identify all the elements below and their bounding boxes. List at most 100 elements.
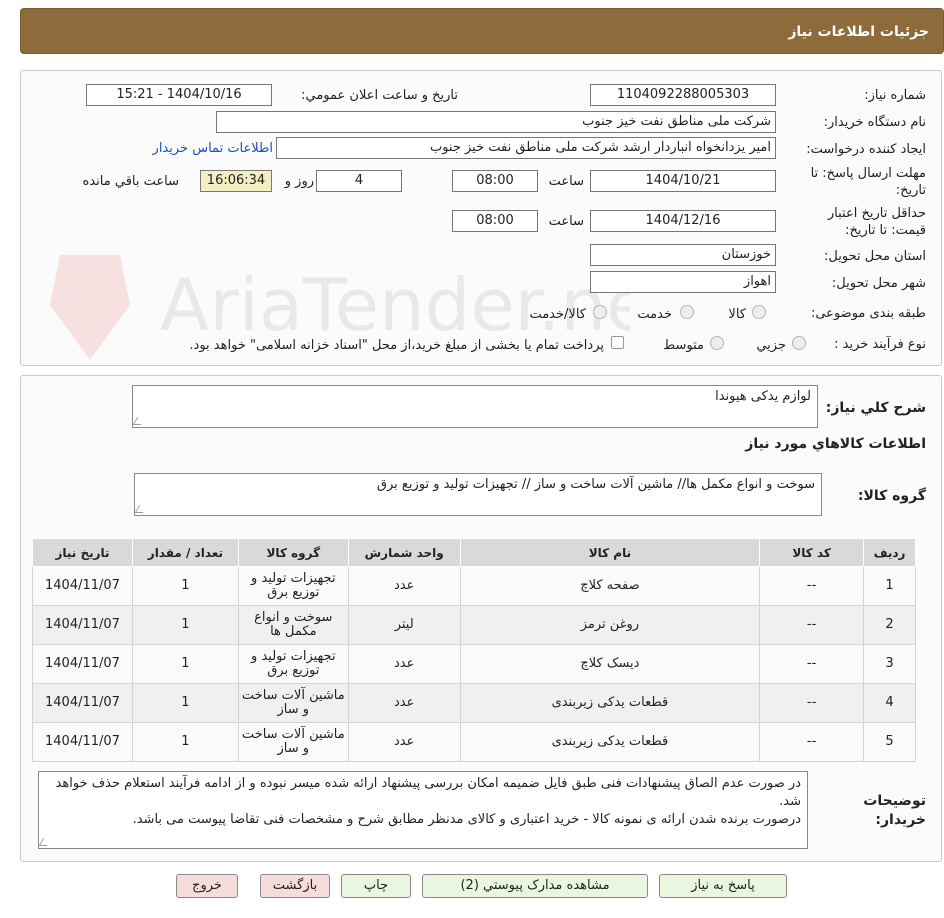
days-field: 4 <box>316 170 402 192</box>
buyer-notes-line-2: درصورت برنده شدن ارائه ی نمونه کالا - خر… <box>132 812 801 827</box>
validity-time-field: 08:00 <box>452 210 538 232</box>
page-title: جزئیات اطلاعات نیاز <box>788 24 929 40</box>
resize-grip-icon <box>134 505 148 513</box>
cell-qty: 1 <box>131 566 239 606</box>
buyer-notes-field: در صورت عدم الصاق پیشنهادات فنی طبق فایل… <box>38 771 808 849</box>
cell-row-number: 4 <box>863 683 916 723</box>
cell-code: -- <box>759 683 865 723</box>
process-label: نوع فرآيند خريد : <box>834 337 926 352</box>
process-minor-label: جزیي <box>756 338 786 353</box>
validity-label: حداقل تاريخ اعتبار قيمت: تا تاريخ: <box>827 206 926 238</box>
cell-row-number: 5 <box>863 722 916 762</box>
table-row: 4 -- قطعات یدکی زیربندی عدد ماشین آلات س… <box>32 683 916 723</box>
cell-unit: عدد <box>347 683 461 723</box>
buyer-org-field: شرکت ملی مناطق نفت خیز جنوب <box>216 111 776 133</box>
cell-date: 1404/11/07 <box>32 566 133 606</box>
goods-group-label: گروه کالا: <box>857 488 926 504</box>
items-table: رديف کد کالا نام کالا واحد شمارش گروه کا… <box>32 538 916 762</box>
col-date: تاريخ نياز <box>32 538 133 567</box>
back-button[interactable]: بازگشت <box>260 874 330 898</box>
col-row-number: رديف <box>863 538 916 567</box>
cell-unit: عدد <box>347 644 461 684</box>
buyer-notes-line-1: در صورت عدم الصاق پیشنهادات فنی طبق فایل… <box>55 776 801 809</box>
announce-label: تاریخ و ساعت اعلان عمومي: <box>301 88 458 103</box>
col-name: نام کالا <box>459 538 761 567</box>
requester-label: ايجاد کننده درخواست: <box>806 142 926 157</box>
cell-date: 1404/11/07 <box>32 644 133 684</box>
validity-time-label: ساعت <box>548 214 584 229</box>
reply-date-field: 1404/10/21 <box>590 170 776 192</box>
cell-name: دیسک کلاچ <box>459 644 761 684</box>
buyer-notes-label: توضيحات خريدار: <box>863 793 926 828</box>
process-medium-label: متوسط <box>663 338 704 353</box>
remaining-time-field: 16:06:34 <box>200 170 272 192</box>
cell-code: -- <box>759 722 865 762</box>
validity-date-field: 1404/12/16 <box>590 210 776 232</box>
cell-name: صفحه کلاچ <box>459 566 761 606</box>
cell-code: -- <box>759 566 865 606</box>
remaining-label: ساعت باقي مانده <box>82 174 179 189</box>
cell-code: -- <box>759 605 865 645</box>
city-field: اهواز <box>590 271 776 293</box>
goods-group-field: سوخت و انواع مکمل ها// ماشین آلات ساخت و… <box>134 473 822 516</box>
category-both-label: کالا/خدمت <box>529 307 586 322</box>
reply-button[interactable]: پاسخ به نياز <box>659 874 787 898</box>
exit-button[interactable]: خروج <box>176 874 238 898</box>
cell-date: 1404/11/07 <box>32 683 133 723</box>
cell-date: 1404/11/07 <box>32 605 133 645</box>
category-goods-radio[interactable] <box>752 305 766 319</box>
cell-group: ماشین آلات ساخت و ساز <box>237 683 349 723</box>
items-table-wrapper: رديف کد کالا نام کالا واحد شمارش گروه کا… <box>32 538 916 762</box>
cell-name: روغن ترمز <box>459 605 761 645</box>
cell-row-number: 2 <box>863 605 916 645</box>
resize-grip-icon <box>132 417 146 425</box>
view-attachments-button[interactable]: مشاهده مدارک پيوستي (2) <box>422 874 648 898</box>
cell-name: قطعات یدکی زیربندی <box>459 722 761 762</box>
buyer-org-label: نام دستگاه خريدار: <box>823 115 926 130</box>
need-number-label: شماره نیاز: <box>864 88 926 103</box>
col-group: گروه کالا <box>237 538 349 567</box>
process-medium-radio[interactable] <box>710 336 724 350</box>
category-service-label: خدمت <box>637 307 672 322</box>
table-row: 3 -- دیسک کلاچ عدد تجهیزات تولید و توزیع… <box>32 644 916 684</box>
cell-qty: 1 <box>131 605 239 645</box>
col-qty: تعداد / مقدار <box>131 538 239 567</box>
cell-group: سوخت و انواع مکمل ها <box>237 605 349 645</box>
treasury-payment-note: پرداخت تمام يا بخشی از مبلغ خريد،از محل … <box>189 338 604 353</box>
cell-qty: 1 <box>131 683 239 723</box>
table-header-row: رديف کد کالا نام کالا واحد شمارش گروه کا… <box>32 538 916 567</box>
cell-row-number: 1 <box>863 566 916 606</box>
cell-unit: عدد <box>347 566 461 606</box>
col-unit: واحد شمارش <box>347 538 461 567</box>
col-code: کد کالا <box>759 538 865 567</box>
buyer-contact-link[interactable]: اطلاعات تماس خريدار <box>153 141 273 156</box>
category-both-radio[interactable] <box>593 305 607 319</box>
description-field: لوازم یدکی هیوندا <box>132 385 818 428</box>
process-minor-radio[interactable] <box>792 336 806 350</box>
announce-field: 1404/10/16 - 15:21 <box>86 84 272 106</box>
table-row: 2 -- روغن ترمز لیتر سوخت و انواع مکمل ها… <box>32 605 916 645</box>
days-label: روز و <box>284 174 314 189</box>
province-field: خوزستان <box>590 244 776 266</box>
category-service-radio[interactable] <box>680 305 694 319</box>
print-button[interactable]: چاپ <box>341 874 411 898</box>
cell-row-number: 3 <box>863 644 916 684</box>
description-text: لوازم یدکی هیوندا <box>715 389 811 404</box>
table-row: 1 -- صفحه کلاچ عدد تجهیزات تولید و توزیع… <box>32 566 916 606</box>
cell-group: تجهیزات تولید و توزیع برق <box>237 644 349 684</box>
cell-qty: 1 <box>131 722 239 762</box>
cell-name: قطعات یدکی زیربندی <box>459 683 761 723</box>
reply-time-label: ساعت <box>548 174 584 189</box>
reply-time-field: 08:00 <box>452 170 538 192</box>
page-header: جزئیات اطلاعات نیاز <box>20 8 944 54</box>
requester-field: امیر یزدانخواه انباردار ارشد شرکت ملی من… <box>276 137 776 159</box>
cell-qty: 1 <box>131 644 239 684</box>
category-label: طبقه بندی موضوعی: <box>810 306 926 321</box>
cell-unit: لیتر <box>347 605 461 645</box>
province-label: استان محل تحويل: <box>824 249 926 264</box>
need-number-field: 1104092288005303 <box>590 84 776 106</box>
cell-code: -- <box>759 644 865 684</box>
resize-grip-icon <box>38 838 52 846</box>
cell-group: ماشین آلات ساخت و ساز <box>237 722 349 762</box>
treasury-payment-checkbox[interactable] <box>611 336 624 349</box>
